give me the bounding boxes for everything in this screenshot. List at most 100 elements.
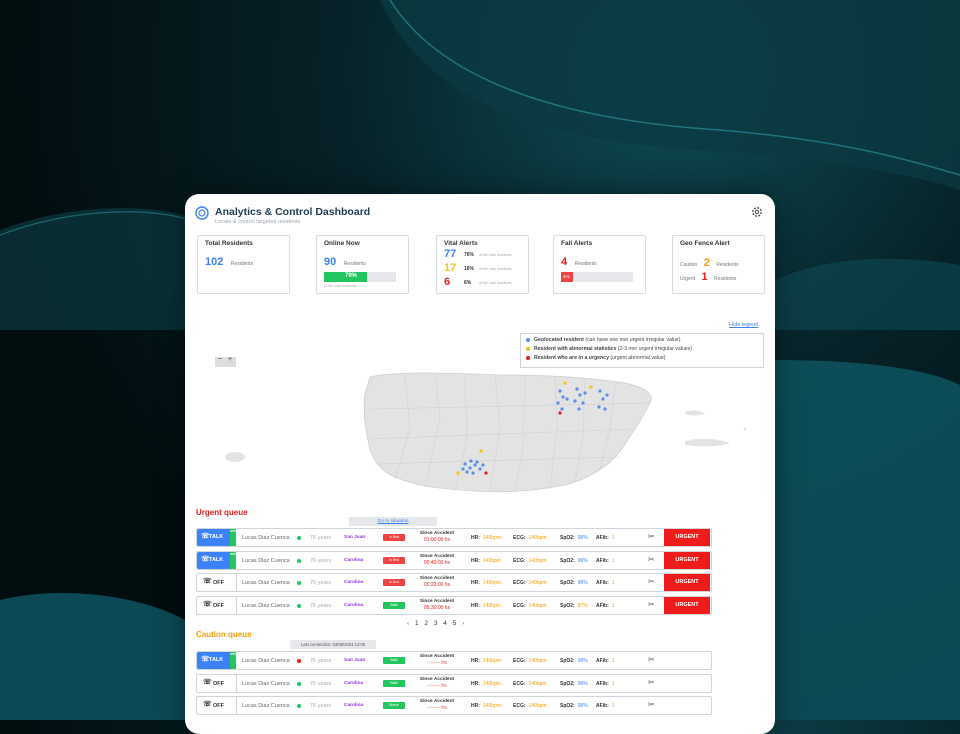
resident-pin[interactable] [581, 401, 585, 405]
urgent-pin[interactable] [558, 411, 562, 415]
resident-pin[interactable] [556, 401, 560, 405]
go-to-situation-tooltip[interactable]: Go to situation [349, 517, 437, 526]
talk-off-button[interactable]: ☏ OFF [197, 674, 237, 692]
resident-pin[interactable] [473, 463, 477, 467]
queue-row[interactable]: ☏ TALK SOS Lucas Diaz Cuenca 76 years San Jua… [196, 528, 712, 547]
resident-pin[interactable] [597, 405, 601, 409]
ecg-value: 140bpm [528, 580, 547, 586]
page-4[interactable]: 4 [443, 620, 447, 627]
resident-pin[interactable] [561, 395, 565, 399]
resident-pin[interactable] [575, 387, 579, 391]
resident-pin[interactable] [573, 399, 577, 403]
resident-pin[interactable] [560, 407, 564, 411]
next-page-button[interactable]: › [462, 620, 464, 627]
resident-name[interactable]: Lucas Diaz Cuenca [242, 681, 290, 687]
vieques-island [685, 438, 730, 447]
urgent-button[interactable]: URGENT [664, 551, 710, 569]
talk-button[interactable]: ☏ TALK SOS [197, 652, 236, 669]
afib-label: AFib: [596, 680, 609, 687]
resident-pin[interactable] [471, 471, 475, 475]
queue-row[interactable]: ☏ TALK SOS Lucas Diaz Cuenca 76 years Carolin… [196, 550, 712, 570]
resident-pin[interactable] [469, 459, 473, 463]
resident-name[interactable]: Lucas Diaz Cuenca [242, 658, 290, 664]
urgent-button[interactable]: URGENT [664, 574, 710, 591]
tools-icon[interactable]: ✂ [648, 555, 655, 564]
since-accident: Since Accident 00:22:00 hs [415, 576, 459, 588]
abnormal-pin[interactable] [479, 449, 483, 453]
resident-pin[interactable] [577, 407, 581, 411]
resident-pin[interactable] [601, 397, 605, 401]
puerto-rico-map[interactable] [205, 369, 765, 499]
resident-pin[interactable] [578, 393, 582, 397]
queue-row[interactable]: ☏ OFF Lucas Diaz Cuenca 76 years Carolina Wal… [196, 595, 712, 615]
resident-pin[interactable] [468, 466, 472, 470]
urgent-pin[interactable] [484, 471, 488, 475]
resident-pin[interactable] [465, 470, 469, 474]
main-island [363, 372, 652, 493]
activity-badge: Stable [383, 702, 405, 709]
prev-page-button[interactable]: ‹ [407, 620, 409, 627]
queue-row[interactable]: ☏ OFF Lucas Diaz Cuenca 76 years Carolina Wal… [196, 673, 712, 693]
urgent-button[interactable]: URGENT [664, 529, 710, 546]
abnormal-pin[interactable] [589, 385, 593, 389]
queue-row[interactable]: ☏ OFF Lucas Diaz Cuenca 76 years Carolina Sta… [196, 696, 712, 715]
legend-item: Resident with abnormal statistics (2-3 n… [526, 346, 692, 352]
resident-name[interactable]: Lucas Diaz Cuenca [242, 535, 290, 541]
resident-pin[interactable] [478, 467, 482, 471]
talk-off-button[interactable]: ☏ OFF [197, 596, 237, 614]
tools-icon[interactable]: ✂ [648, 700, 655, 709]
talk-off-button[interactable]: ☏ OFF [197, 697, 237, 714]
afib-label: AFib: [596, 658, 609, 664]
zoom-out-button[interactable]: − [215, 356, 225, 363]
resident-pin[interactable] [598, 389, 602, 393]
urgent-button[interactable]: URGENT [664, 596, 710, 614]
resident-pin[interactable] [605, 393, 609, 397]
page-5[interactable]: 5 [453, 620, 457, 627]
talk-off-button[interactable]: ☏ OFF [197, 574, 237, 591]
tools-icon[interactable]: ✂ [648, 532, 655, 541]
zoom-in-button[interactable]: + [225, 356, 235, 363]
resident-pin[interactable] [558, 389, 562, 393]
resident-city: San Juan [344, 535, 366, 540]
tools-icon[interactable]: ✂ [648, 678, 655, 687]
hr-label: HR: [471, 557, 480, 564]
abnormal-pin[interactable] [456, 471, 460, 475]
resident-pin[interactable] [463, 462, 467, 466]
status-dot [297, 659, 301, 663]
resident-pin[interactable] [481, 463, 485, 467]
abnormal-pin[interactable] [563, 381, 567, 385]
vital-row: 77 76% of the total residents [444, 248, 528, 262]
resident-pin[interactable] [565, 397, 569, 401]
spo2-value: 96% [577, 557, 588, 564]
resident-pin[interactable] [461, 467, 465, 471]
hide-legend-link[interactable]: Hide legend [729, 322, 758, 328]
tools-icon[interactable]: ✂ [648, 600, 655, 609]
resident-pin[interactable] [583, 391, 587, 395]
resident-name[interactable]: Lucas Diaz Cuenca [242, 558, 290, 564]
resident-pin[interactable] [475, 460, 479, 464]
since-value: --:--:-- hs [427, 660, 447, 666]
resident-age: 76 years [310, 535, 332, 541]
queue-row[interactable]: ☏ TALK SOS Lucas Diaz Cuenca 76 years San Jua… [196, 651, 712, 670]
afib-label: AFib: [596, 703, 609, 709]
page-title: Analytics & Control Dashboard [215, 206, 371, 218]
gear-icon[interactable] [751, 206, 763, 218]
page-2[interactable]: 2 [424, 620, 428, 627]
resident-name[interactable]: Lucas Diaz Cuenca [242, 603, 290, 609]
hr-value: 140bpm [482, 658, 501, 664]
stat-geo-fence: Geo Fence Alert Caution 2 Residents Urge… [672, 235, 765, 294]
talk-button[interactable]: ☏ TALK SOS [197, 529, 236, 546]
talk-button[interactable]: ☏ TALK SOS [197, 551, 236, 569]
stat-fall-alerts: Fall Alerts 4 Residents 4% [553, 235, 646, 294]
page-1[interactable]: 1 [415, 620, 419, 627]
resident-pin[interactable] [603, 407, 607, 411]
resident-name[interactable]: Lucas Diaz Cuenca [242, 580, 290, 586]
resident-name[interactable]: Lucas Diaz Cuenca [242, 703, 290, 709]
tools-icon[interactable]: ✂ [648, 655, 655, 664]
hr-value: 140bpm [482, 557, 501, 564]
ecg-metric: ECG: 140bpm [513, 603, 547, 609]
tools-icon[interactable]: ✂ [648, 577, 655, 586]
page-3[interactable]: 3 [434, 620, 438, 627]
map-legend: Geolocated resident (can have one non ur… [520, 333, 764, 368]
queue-row[interactable]: ☏ OFF Lucas Diaz Cuenca 76 years Carolina In … [196, 573, 712, 592]
